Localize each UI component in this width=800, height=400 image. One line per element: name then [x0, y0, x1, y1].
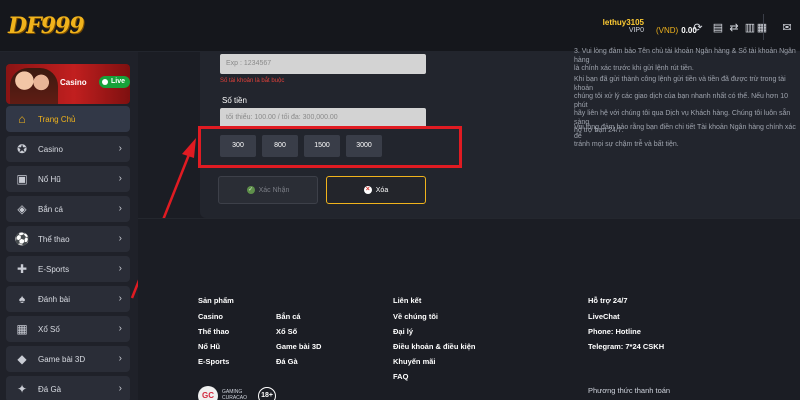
footer-link-casino[interactable]: Casino — [198, 312, 223, 321]
gaming-curacao-text: GAMING CURACAO — [222, 389, 248, 400]
site-footer: Sản phẩm Casino Thể thao Nổ Hũ E-Sports … — [138, 218, 800, 400]
footer-link-esports[interactable]: E-Sports — [198, 357, 229, 366]
footer-payment-title: Phương thức thanh toán — [588, 386, 671, 395]
app-root: DF999 lethuy3105 VIP0 (VND) 0.00 ⟳ ▤ ⇄ ▥ … — [0, 0, 800, 400]
footer-telegram[interactable]: Telegram: 7*24 CSKH — [588, 342, 664, 351]
footer-link-cockfight[interactable]: Đá Gà — [276, 357, 298, 366]
age-restriction-badge: 18+ — [258, 387, 276, 400]
footer-products-title: Sản phẩm — [198, 296, 234, 305]
footer-link-slots[interactable]: Nổ Hũ — [198, 342, 220, 351]
footer-link-faq[interactable]: FAQ — [393, 372, 408, 381]
footer-links-title: Liên kết — [393, 296, 422, 305]
footer-link-fishing[interactable]: Bắn cá — [276, 312, 301, 321]
footer-link-lottery[interactable]: Xổ Số — [276, 327, 297, 336]
footer-phone[interactable]: Phone: Hotline — [588, 327, 641, 336]
footer-link-livechat[interactable]: LiveChat — [588, 312, 620, 321]
footer-link-sports[interactable]: Thể thao — [198, 327, 229, 336]
footer-link-about[interactable]: Về chúng tôi — [393, 312, 438, 321]
footer-link-agent[interactable]: Đại lý — [393, 327, 413, 336]
footer-link-3d-cards[interactable]: Game bài 3D — [276, 342, 321, 351]
gaming-curacao-logo: GC — [198, 386, 218, 400]
footer-support-title: Hỗ trợ 24/7 — [588, 296, 628, 305]
footer-link-terms[interactable]: Điều khoản & điều kiện — [393, 342, 476, 351]
footer-link-promotions[interactable]: Khuyến mãi — [393, 357, 436, 366]
